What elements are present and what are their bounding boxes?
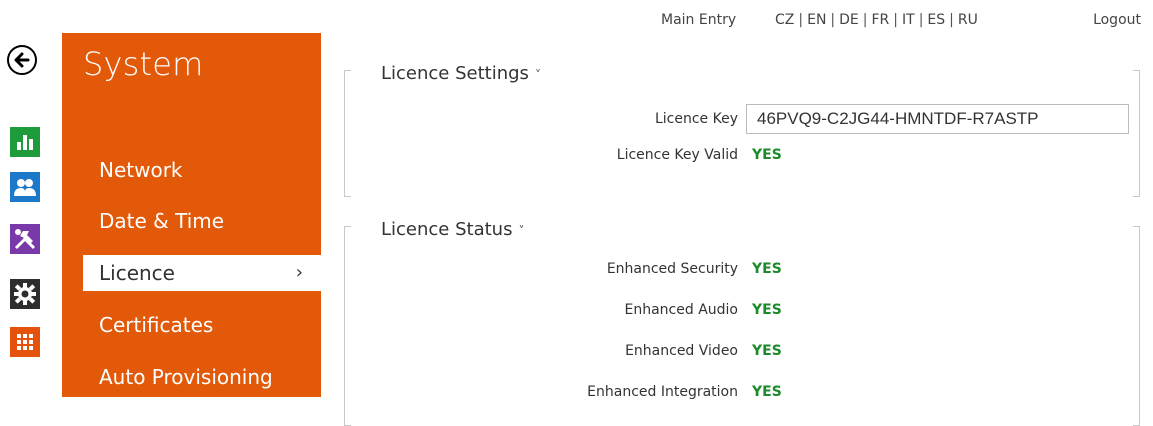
chevron-down-icon: ˅ <box>518 224 525 238</box>
enhanced-security-label: Enhanced Security <box>606 261 738 277</box>
menu-item-label: Auto Provisioning <box>99 365 273 389</box>
tools-icon[interactable] <box>10 224 40 254</box>
lang-de[interactable]: DE <box>839 12 859 28</box>
section-bracket-left <box>344 226 351 426</box>
licence-key-input[interactable] <box>746 104 1129 134</box>
section-title-text: Licence Settings <box>381 63 529 84</box>
licence-settings-section: Licence Settings ˅ Licence Key Licence Ke… <box>344 63 1140 197</box>
licence-key-valid-label: Licence Key Valid <box>616 147 738 163</box>
menu-item-auto-provisioning[interactable]: Auto Provisioning <box>83 359 321 395</box>
menu-item-label: Network <box>99 158 183 182</box>
enhanced-video-value: YES <box>752 343 782 359</box>
lang-ru[interactable]: RU <box>958 12 978 28</box>
enhanced-video-label: Enhanced Video <box>625 343 738 359</box>
enhanced-audio-label: Enhanced Audio <box>624 302 738 318</box>
icon-rail <box>0 0 62 397</box>
chevron-right-icon: › <box>295 262 303 283</box>
section-title-text: Licence Status <box>381 219 513 240</box>
system-menu: System Network Date & Time Licence › Cer… <box>62 33 321 397</box>
licence-key-valid-value: YES <box>752 147 782 163</box>
enhanced-audio-value: YES <box>752 302 782 318</box>
lang-en[interactable]: EN <box>807 12 826 28</box>
stats-icon[interactable] <box>10 127 40 157</box>
licence-status-section: Licence Status ˅ Enhanced Security YES En… <box>344 219 1140 426</box>
licence-settings-title[interactable]: Licence Settings ˅ <box>381 63 541 84</box>
section-bracket-left <box>344 70 351 197</box>
section-bracket-right <box>1133 226 1140 426</box>
lang-it[interactable]: IT <box>902 12 915 28</box>
top-bar: Main Entry CZ | EN | DE | FR | IT | ES | RU Logout <box>0 12 1153 32</box>
main-entry-link[interactable]: Main Entry <box>661 12 736 28</box>
enhanced-security-value: YES <box>752 261 782 277</box>
menu-item-date-time[interactable]: Date & Time <box>83 203 321 239</box>
lang-es[interactable]: ES <box>927 12 945 28</box>
menu-item-licence[interactable]: Licence › <box>83 255 321 291</box>
menu-item-label: Date & Time <box>99 209 225 233</box>
licence-key-label: Licence Key <box>654 111 738 127</box>
enhanced-integration-label: Enhanced Integration <box>587 384 738 400</box>
licence-status-title[interactable]: Licence Status ˅ <box>381 219 524 240</box>
enhanced-integration-value: YES <box>752 384 782 400</box>
lang-fr[interactable]: FR <box>872 12 890 28</box>
section-bracket-right <box>1133 70 1140 197</box>
lang-cz[interactable]: CZ <box>775 12 794 28</box>
back-arrow-icon[interactable] <box>7 45 37 75</box>
menu-item-certificates[interactable]: Certificates <box>83 307 321 343</box>
menu-title: System <box>83 45 204 83</box>
logout-link[interactable]: Logout <box>1093 12 1141 28</box>
chevron-down-icon: ˅ <box>534 68 541 82</box>
menu-item-label: Licence <box>99 261 175 285</box>
grid-icon[interactable] <box>10 327 40 357</box>
users-icon[interactable] <box>10 172 40 202</box>
language-switcher: CZ | EN | DE | FR | IT | ES | RU <box>775 12 978 28</box>
gear-icon[interactable] <box>10 279 40 309</box>
menu-item-label: Certificates <box>99 313 214 337</box>
menu-item-network[interactable]: Network <box>83 152 321 188</box>
